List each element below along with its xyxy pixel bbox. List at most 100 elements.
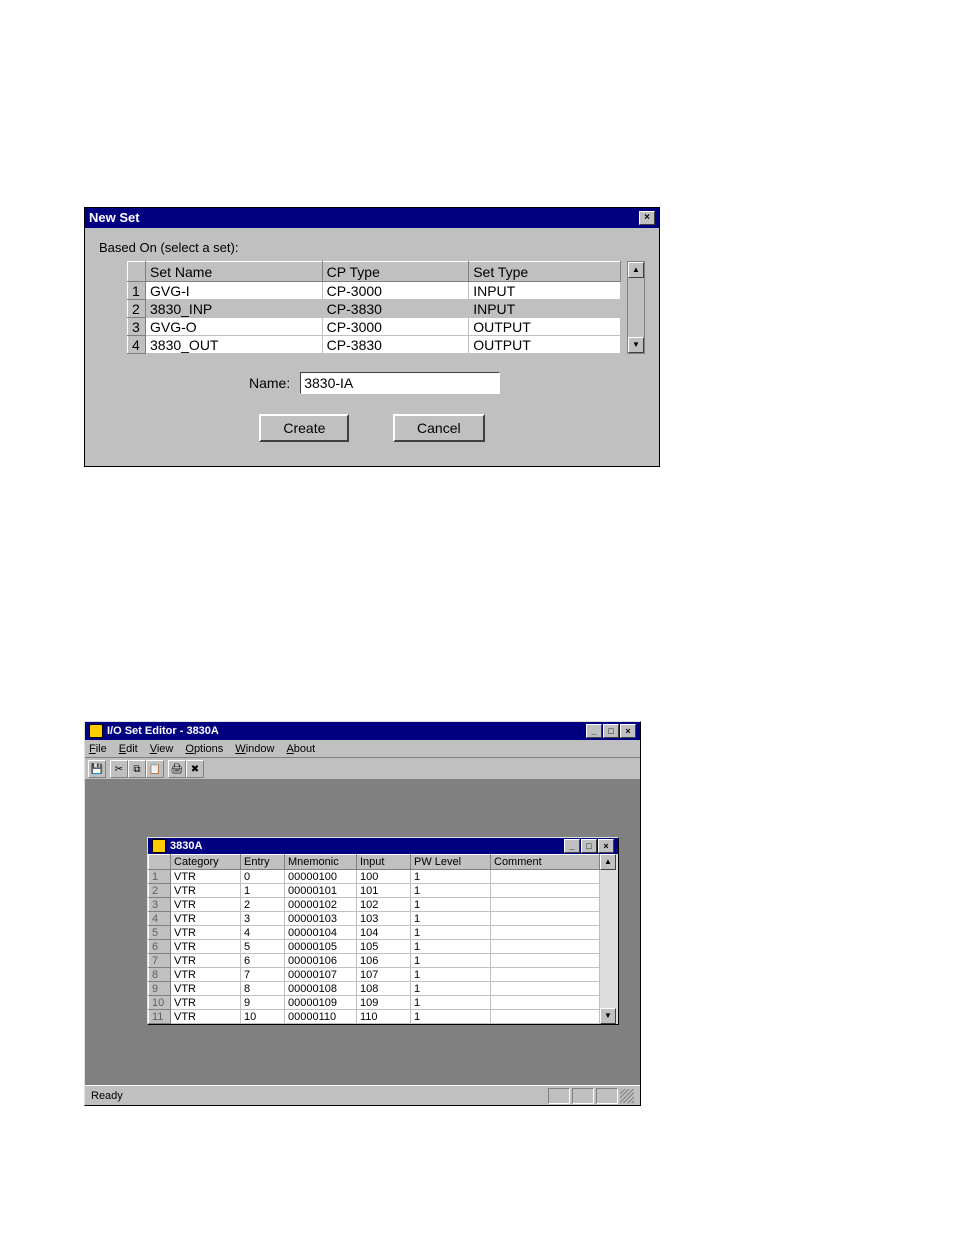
scroll-down-icon[interactable]: ▼ bbox=[628, 337, 644, 353]
cell-input[interactable]: 108 bbox=[357, 982, 411, 996]
menu-options[interactable]: Options bbox=[185, 740, 223, 757]
cell-entry[interactable]: 8 bbox=[241, 982, 285, 996]
cell-set-type[interactable]: INPUT bbox=[469, 282, 621, 300]
cell-input[interactable]: 107 bbox=[357, 968, 411, 982]
minimize-icon[interactable]: _ bbox=[564, 839, 580, 853]
cell-mnemonic[interactable]: 00000100 bbox=[285, 870, 357, 884]
cell-input[interactable]: 102 bbox=[357, 898, 411, 912]
cell-category[interactable]: VTR bbox=[171, 870, 241, 884]
cell-entry[interactable]: 3 bbox=[241, 912, 285, 926]
cell-comment[interactable] bbox=[491, 982, 600, 996]
cell-comment[interactable] bbox=[491, 954, 600, 968]
col-category[interactable]: Category bbox=[171, 855, 241, 870]
cell-mnemonic[interactable]: 00000110 bbox=[285, 1010, 357, 1024]
cell-set-type[interactable]: OUTPUT bbox=[469, 318, 621, 336]
cell-category[interactable]: VTR bbox=[171, 968, 241, 982]
cell-pwlevel[interactable]: 1 bbox=[411, 1010, 491, 1024]
cell-set-type[interactable]: OUTPUT bbox=[469, 336, 621, 354]
cell-category[interactable]: VTR bbox=[171, 884, 241, 898]
table-row[interactable]: 2VTR1000001011011 bbox=[149, 884, 600, 898]
table-row[interactable]: 6VTR5000001051051 bbox=[149, 940, 600, 954]
cell-entry[interactable]: 5 bbox=[241, 940, 285, 954]
cell-category[interactable]: VTR bbox=[171, 940, 241, 954]
copy-icon[interactable]: ⧉ bbox=[128, 760, 146, 778]
cell-entry[interactable]: 2 bbox=[241, 898, 285, 912]
table-row[interactable]: 43830_OUTCP-3830OUTPUT bbox=[128, 336, 621, 354]
table-row[interactable]: 11VTR10000001101101 bbox=[149, 1010, 600, 1024]
cell-mnemonic[interactable]: 00000101 bbox=[285, 884, 357, 898]
save-icon[interactable]: 💾 bbox=[88, 760, 106, 778]
cell-pwlevel[interactable]: 1 bbox=[411, 898, 491, 912]
cell-set-type[interactable]: INPUT bbox=[469, 300, 621, 318]
close-icon[interactable]: × bbox=[620, 724, 636, 738]
cell-category[interactable]: VTR bbox=[171, 954, 241, 968]
col-input[interactable]: Input bbox=[357, 855, 411, 870]
cancel-button[interactable]: Cancel bbox=[393, 414, 485, 442]
table-row[interactable]: 23830_INPCP-3830INPUT bbox=[128, 300, 621, 318]
cell-mnemonic[interactable]: 00000108 bbox=[285, 982, 357, 996]
cell-pwlevel[interactable]: 1 bbox=[411, 996, 491, 1010]
cell-entry[interactable]: 4 bbox=[241, 926, 285, 940]
scroll-up-icon[interactable]: ▲ bbox=[628, 262, 644, 278]
table-row[interactable]: 9VTR8000001081081 bbox=[149, 982, 600, 996]
cell-input[interactable]: 105 bbox=[357, 940, 411, 954]
cell-category[interactable]: VTR bbox=[171, 1010, 241, 1024]
maximize-icon[interactable]: □ bbox=[581, 839, 597, 853]
cell-pwlevel[interactable]: 1 bbox=[411, 912, 491, 926]
cell-entry[interactable]: 6 bbox=[241, 954, 285, 968]
print-icon[interactable]: 🖨 bbox=[168, 760, 186, 778]
cell-category[interactable]: VTR bbox=[171, 926, 241, 940]
cell-input[interactable]: 109 bbox=[357, 996, 411, 1010]
cell-input[interactable]: 100 bbox=[357, 870, 411, 884]
col-set-type[interactable]: Set Type bbox=[469, 262, 621, 282]
cell-input[interactable]: 110 bbox=[357, 1010, 411, 1024]
table-row[interactable]: 3GVG-OCP-3000OUTPUT bbox=[128, 318, 621, 336]
menu-edit[interactable]: Edit bbox=[119, 740, 138, 757]
cell-set-name[interactable]: GVG-I bbox=[146, 282, 323, 300]
io-grid[interactable]: Category Entry Mnemonic Input PW Level C… bbox=[148, 854, 600, 1024]
cell-entry[interactable]: 10 bbox=[241, 1010, 285, 1024]
cell-comment[interactable] bbox=[491, 912, 600, 926]
col-pwlevel[interactable]: PW Level bbox=[411, 855, 491, 870]
table-row[interactable]: 7VTR6000001061061 bbox=[149, 954, 600, 968]
maximize-icon[interactable]: □ bbox=[603, 724, 619, 738]
cell-pwlevel[interactable]: 1 bbox=[411, 940, 491, 954]
scroll-down-icon[interactable]: ▼ bbox=[600, 1008, 616, 1024]
minimize-icon[interactable]: _ bbox=[586, 724, 602, 738]
col-cp-type[interactable]: CP Type bbox=[322, 262, 469, 282]
table-row[interactable]: 8VTR7000001071071 bbox=[149, 968, 600, 982]
col-set-name[interactable]: Set Name bbox=[146, 262, 323, 282]
cell-category[interactable]: VTR bbox=[171, 912, 241, 926]
close-icon[interactable]: × bbox=[639, 211, 655, 225]
cell-input[interactable]: 101 bbox=[357, 884, 411, 898]
cell-mnemonic[interactable]: 00000109 bbox=[285, 996, 357, 1010]
cell-cp-type[interactable]: CP-3000 bbox=[322, 282, 469, 300]
cell-pwlevel[interactable]: 1 bbox=[411, 884, 491, 898]
menu-view[interactable]: View bbox=[150, 740, 174, 757]
cut-icon[interactable]: ✂ bbox=[110, 760, 128, 778]
cell-mnemonic[interactable]: 00000102 bbox=[285, 898, 357, 912]
paste-icon[interactable]: 📋 bbox=[146, 760, 164, 778]
cell-mnemonic[interactable]: 00000104 bbox=[285, 926, 357, 940]
close-icon[interactable]: × bbox=[598, 839, 614, 853]
cell-pwlevel[interactable]: 1 bbox=[411, 870, 491, 884]
cell-entry[interactable]: 0 bbox=[241, 870, 285, 884]
set-table-scrollbar[interactable]: ▲ ▼ bbox=[627, 261, 645, 354]
cell-input[interactable]: 103 bbox=[357, 912, 411, 926]
resize-grip-icon[interactable] bbox=[620, 1089, 634, 1103]
cell-mnemonic[interactable]: 00000106 bbox=[285, 954, 357, 968]
cell-pwlevel[interactable]: 1 bbox=[411, 954, 491, 968]
name-input[interactable] bbox=[300, 372, 500, 394]
cell-category[interactable]: VTR bbox=[171, 898, 241, 912]
cell-set-name[interactable]: 3830_INP bbox=[146, 300, 323, 318]
col-mnemonic[interactable]: Mnemonic bbox=[285, 855, 357, 870]
cell-comment[interactable] bbox=[491, 926, 600, 940]
cell-cp-type[interactable]: CP-3830 bbox=[322, 300, 469, 318]
set-table[interactable]: Set Name CP Type Set Type 1GVG-ICP-3000I… bbox=[127, 261, 621, 354]
cell-comment[interactable] bbox=[491, 940, 600, 954]
table-row[interactable]: 1VTR0000001001001 bbox=[149, 870, 600, 884]
table-row[interactable]: 5VTR4000001041041 bbox=[149, 926, 600, 940]
cell-cp-type[interactable]: CP-3000 bbox=[322, 318, 469, 336]
menu-file[interactable]: File bbox=[89, 740, 107, 757]
col-entry[interactable]: Entry bbox=[241, 855, 285, 870]
